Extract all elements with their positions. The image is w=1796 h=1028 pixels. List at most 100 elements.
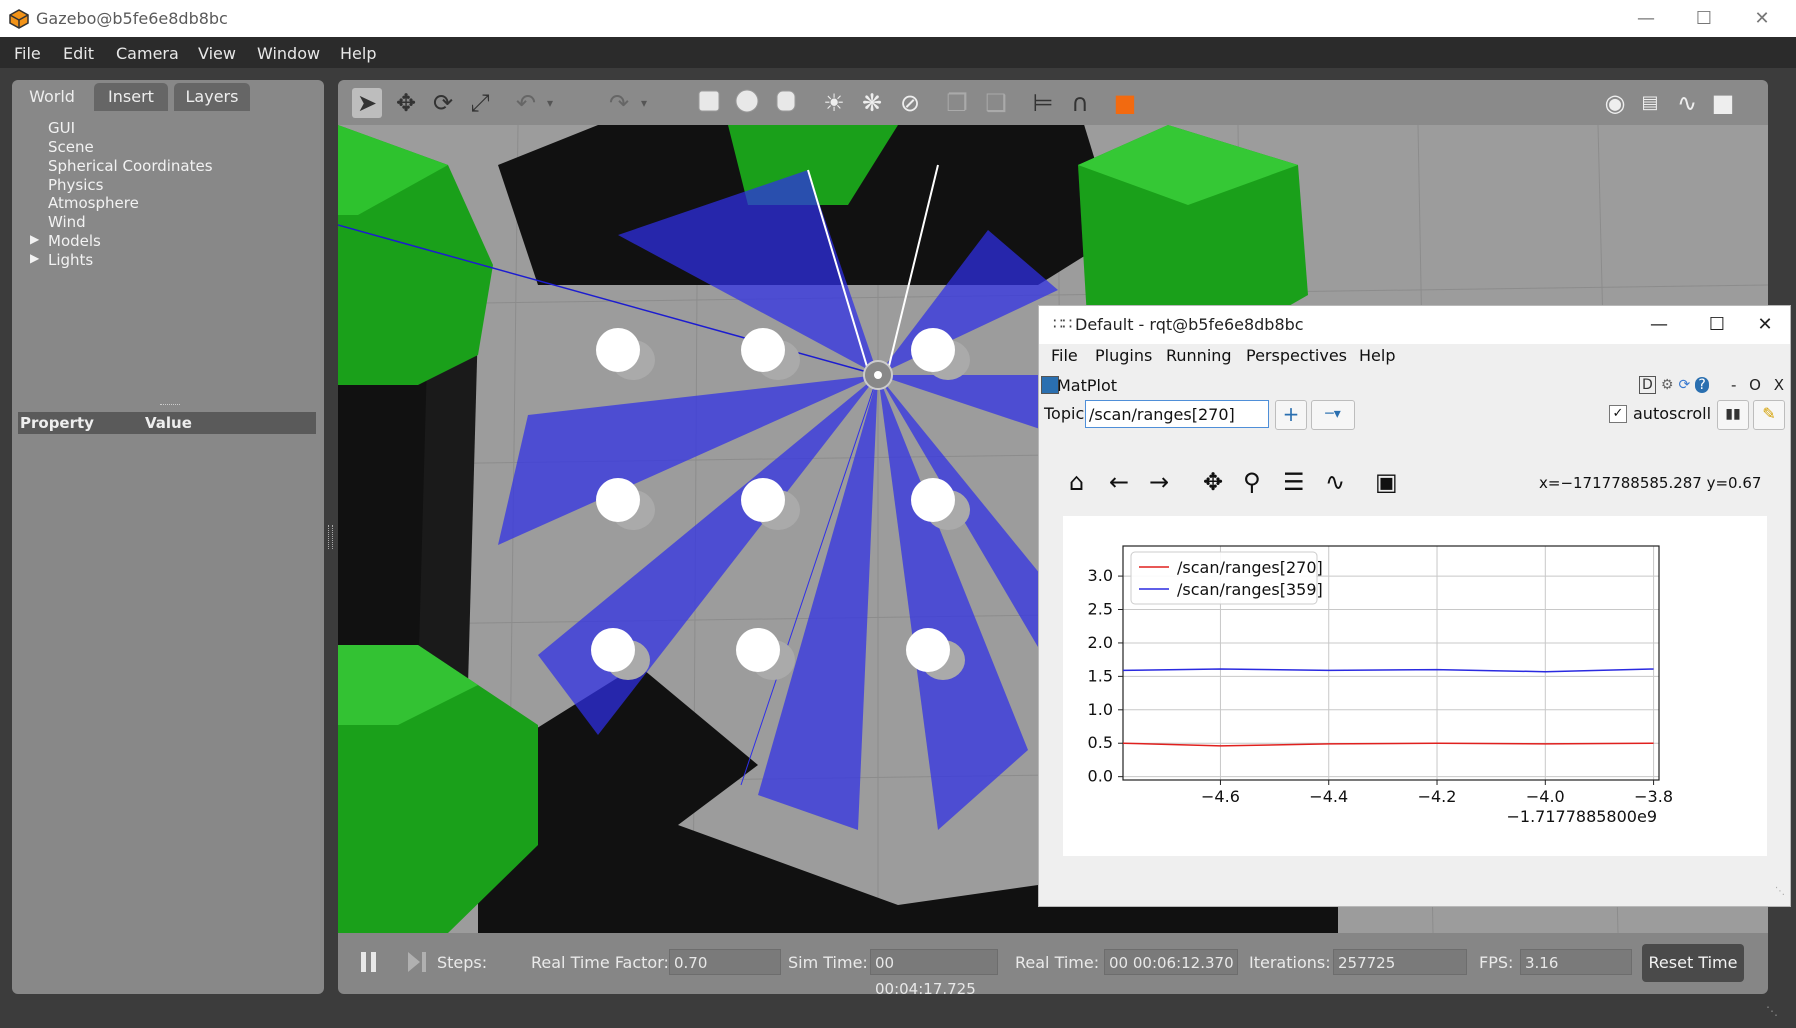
tree-item-models[interactable]: Models [48,232,101,250]
bottom-status-bar: Steps: Real Time Factor: 0.70 Sim Time: … [338,933,1768,998]
align-icon[interactable]: ⊨ [1028,88,1058,118]
box-icon[interactable] [694,88,724,118]
menu-camera[interactable]: Camera [116,44,179,63]
y-tick-label: 2.0 [1088,633,1113,652]
x-tick-label: −3.8 [1634,787,1673,806]
tree-item-physics[interactable]: Physics [48,176,103,194]
clear-plot-button[interactable]: ✎ [1753,400,1785,430]
directional-light-icon[interactable]: ⊘ [895,88,925,118]
tree-item-lights[interactable]: Lights [48,251,93,269]
topic-label: Topic [1044,404,1085,423]
undo-dropdown-icon[interactable]: ▾ [535,88,565,118]
pause-icon[interactable] [356,949,382,975]
add-topic-button[interactable]: + [1275,400,1307,430]
window-title: Gazebo@b5fe6e8db8bc [36,9,228,28]
property-column-header: Property [20,414,94,432]
panel-resize-handle[interactable] [328,525,333,549]
plot-canvas[interactable]: −4.6 −4.4 −4.2 −4.0 −3.8 0.0 0.5 1.0 1.5 2.0 2.5 3.… [1063,516,1767,856]
y-tick-label: 2.5 [1088,600,1113,619]
rqt-menu-help[interactable]: Help [1359,346,1395,365]
rqt-menu-plugins[interactable]: Plugins [1095,346,1152,365]
point-light-icon[interactable]: ☀ [819,88,849,118]
rotate-icon[interactable]: ⟳ [428,88,458,118]
y-tick-label: 3.0 [1088,566,1113,585]
back-icon[interactable]: ← [1109,468,1129,496]
autoscroll-checkbox[interactable]: ✓ [1609,405,1627,423]
topic-input[interactable]: /scan/ranges[270] [1085,400,1269,428]
select-arrow-icon[interactable]: ➤ [352,88,382,118]
screenshot-icon[interactable]: ◉ [1600,88,1630,118]
dock-icon[interactable]: D [1639,376,1656,394]
line-chart: −4.6 −4.4 −4.2 −4.0 −3.8 0.0 0.5 1.0 1.5 2.0 2.5 3.… [1088,545,1673,826]
paste-icon[interactable]: ❑ [981,88,1011,118]
translate-icon[interactable]: ✥ [391,88,421,118]
maximize-button[interactable]: ☐ [1676,4,1732,34]
close-button[interactable]: ✕ [1734,4,1790,34]
rqt-close-button[interactable]: ✕ [1743,310,1787,340]
subplots-config-icon[interactable]: ☰ [1283,468,1305,496]
forward-icon[interactable]: → [1149,468,1169,496]
tab-world[interactable]: World [16,83,88,111]
tree-item-scene[interactable]: Scene [48,138,94,156]
menu-help[interactable]: Help [340,44,376,63]
value-column-header: Value [145,414,192,432]
autoscroll-label: autoscroll [1633,404,1712,423]
tree-item-spherical-coordinates[interactable]: Spherical Coordinates [48,157,213,175]
expand-models-icon[interactable]: ▶ [30,232,39,246]
splitter-handle[interactable] [160,404,180,408]
record-video-icon[interactable]: ■ [1708,88,1738,118]
rqt-menu-running[interactable]: Running [1166,346,1232,365]
steps-label: Steps: [437,953,488,972]
reload-icon[interactable]: ⟳ [1679,377,1691,393]
spot-light-icon[interactable]: ❋ [857,88,887,118]
rqt-resize-grip-icon[interactable]: ⋱ [1775,886,1785,897]
gear-icon[interactable]: ⚙ [1661,377,1674,393]
tab-insert[interactable]: Insert [94,83,168,111]
menu-view[interactable]: View [198,44,236,63]
menu-window[interactable]: Window [257,44,320,63]
step-icon[interactable] [404,949,430,975]
save-figure-icon[interactable]: ▣ [1375,468,1398,496]
view-angle-icon[interactable]: ■ [1110,88,1140,118]
tab-layers[interactable]: Layers [174,83,250,111]
rqt-menu-file[interactable]: File [1051,346,1078,365]
y-tick-label: 1.0 [1088,700,1113,719]
redo-dropdown-icon[interactable]: ▾ [629,88,659,118]
resize-grip-icon[interactable]: ⋱ [1766,1004,1780,1018]
copy-icon[interactable]: ❐ [942,88,972,118]
y-tick-label: 0.0 [1088,767,1113,786]
menu-bar: File Edit Camera View Window Help [0,37,1796,68]
cylinder-icon[interactable] [771,88,801,118]
menu-edit[interactable]: Edit [63,44,94,63]
remove-topic-button[interactable]: ─▾ [1311,400,1355,430]
pan-icon[interactable]: ✥ [1203,468,1223,496]
magnet-icon[interactable]: ∩ [1065,88,1095,118]
minimize-button[interactable]: — [1618,4,1674,34]
zoom-icon[interactable]: ⚲ [1243,468,1261,496]
iterations-field: 257725 [1333,949,1467,975]
menu-file[interactable]: File [14,44,41,63]
rtf-label: Real Time Factor: [531,953,669,972]
tree-item-gui[interactable]: GUI [48,119,75,137]
home-icon[interactable]: ⌂ [1069,468,1084,496]
pause-plot-button[interactable]: ▮▮ [1717,400,1749,430]
plot-icon[interactable]: ∿ [1672,88,1702,118]
y-tick-label: 0.5 [1088,733,1113,752]
rqt-maximize-button[interactable]: ☐ [1695,310,1739,340]
tree-item-wind[interactable]: Wind [48,213,86,231]
rqt-minimize-button[interactable]: — [1637,310,1681,340]
fps-field: 3.16 [1520,949,1632,975]
help-icon[interactable]: ? [1695,377,1709,393]
sphere-icon[interactable] [732,88,762,118]
tree-item-atmosphere[interactable]: Atmosphere [48,194,139,212]
edit-axes-icon[interactable]: ∿ [1325,468,1345,496]
rqt-window: ∷∷ Default - rqt@b5fe6e8db8bc — ☐ ✕ File… [1038,305,1791,907]
rqt-menu-perspectives[interactable]: Perspectives [1246,346,1347,365]
plugin-help-icons[interactable]: D ⚙ ⟳ ? [1639,374,1711,394]
scale-icon[interactable]: ⤢ [465,88,495,118]
reset-time-button[interactable]: Reset Time [1642,944,1744,982]
plugin-window-controls[interactable]: - O X [1731,376,1788,394]
expand-lights-icon[interactable]: ▶ [30,251,39,265]
log-icon[interactable]: ▤ [1635,88,1665,118]
x-tick-label: −4.0 [1526,787,1565,806]
